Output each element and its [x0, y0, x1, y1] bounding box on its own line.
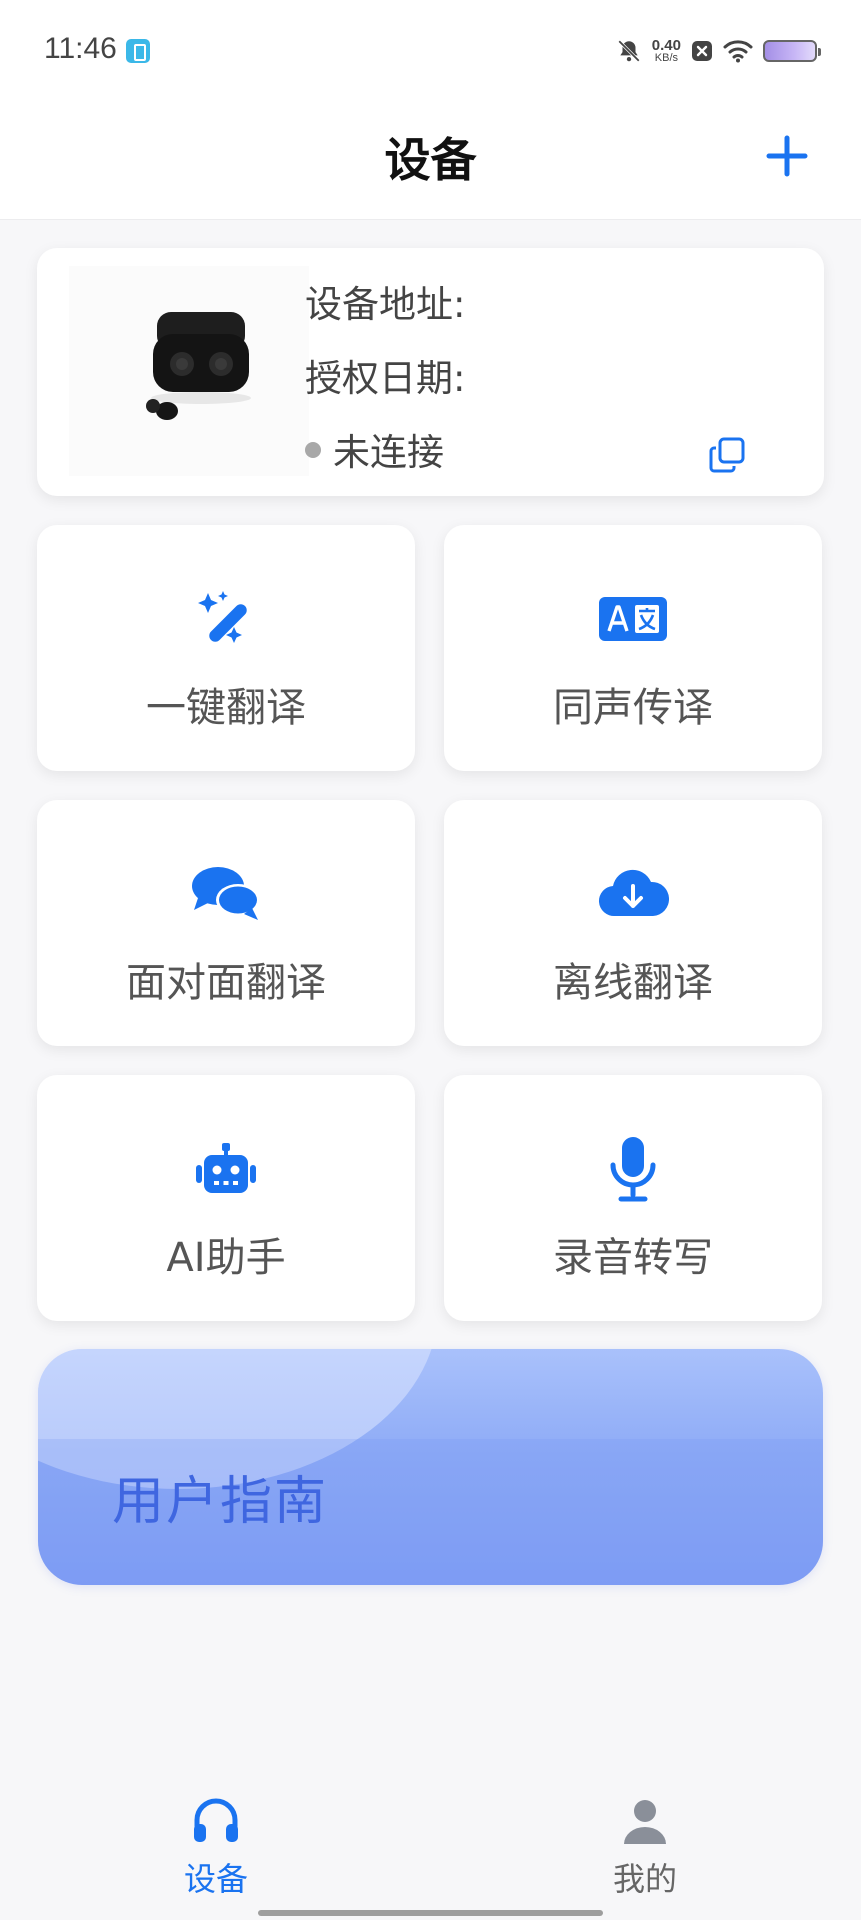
home-indicator: [258, 1910, 603, 1916]
magic-wand-icon: [198, 591, 247, 643]
wifi-icon: [723, 40, 753, 63]
feature-label: AI助手: [166, 1235, 286, 1281]
chat-bubbles-icon: [192, 867, 260, 920]
user-guide-banner[interactable]: 用户指南: [38, 1349, 823, 1585]
battery-icon: [763, 40, 821, 62]
feature-label: 离线翻译: [553, 960, 713, 1006]
net-speed-value: 0.40: [651, 37, 681, 54]
feature-ai-assistant[interactable]: AI助手: [37, 1075, 415, 1321]
tab-mine[interactable]: 我的: [565, 1796, 725, 1906]
translate-icon: [599, 597, 667, 641]
person-icon: [624, 1800, 666, 1844]
robot-icon: [196, 1143, 256, 1193]
app-badge-icon: [126, 39, 150, 63]
microphone-icon: [610, 1137, 656, 1202]
feature-label: 录音转写: [553, 1235, 713, 1281]
header: 设备: [0, 100, 861, 220]
tab-devices[interactable]: 设备: [136, 1796, 296, 1906]
feature-label: 一键翻译: [146, 685, 306, 731]
close-box-icon: [692, 41, 712, 61]
tab-label: 我的: [612, 1860, 677, 1898]
feature-one-click-translate[interactable]: 一键翻译: [37, 525, 415, 771]
status-icons: 0.40 KB/s: [616, 34, 821, 68]
net-speed-unit: KB/s: [654, 52, 679, 64]
feature-face-to-face-translate[interactable]: 面对面翻译: [37, 800, 415, 1046]
tab-label: 设备: [183, 1860, 248, 1898]
earbuds-image: [69, 266, 309, 476]
feature-label: 同声传译: [553, 685, 713, 731]
connection-status: 未连接: [305, 416, 465, 490]
status-dot-icon: [305, 441, 321, 458]
feature-recording-transcription[interactable]: 录音转写: [444, 1075, 822, 1321]
add-device-button[interactable]: [757, 126, 817, 186]
plus-icon: [766, 135, 808, 177]
page-title: 设备: [384, 133, 477, 187]
feature-simultaneous-interpretation[interactable]: 同声传译: [444, 525, 822, 771]
feature-offline-translate[interactable]: 离线翻译: [444, 800, 822, 1046]
mute-icon: [617, 40, 640, 62]
bottom-tab-bar: 设备 我的: [0, 1770, 861, 1920]
connection-status-text: 未连接: [333, 431, 444, 474]
user-guide-label: 用户指南: [112, 1472, 329, 1532]
status-time: 11:46: [44, 32, 117, 65]
feature-label: 面对面翻译: [126, 960, 326, 1006]
device-info: 设备地址: 授权日期: 未连接: [305, 268, 465, 490]
cloud-download-icon: [598, 869, 669, 917]
device-address-label: 设备地址:: [305, 283, 466, 326]
device-card[interactable]: 设备地址: 授权日期: 未连接: [37, 248, 824, 496]
copy-icon[interactable]: [708, 436, 746, 474]
auth-date-label: 授权日期:: [305, 357, 466, 400]
status-bar: 11:46 0.40 KB/s: [0, 0, 861, 100]
headphones-icon: [194, 1798, 238, 1842]
net-speed: 0.40 KB/s: [652, 38, 681, 64]
